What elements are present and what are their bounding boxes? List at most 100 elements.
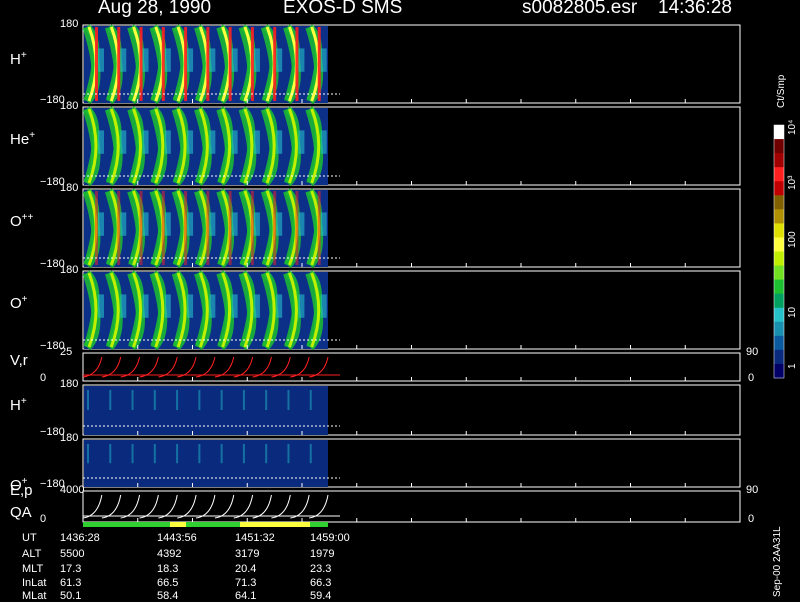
plot-date: Aug 28, 1990 (98, 0, 212, 18)
ion-scatter (164, 130, 171, 154)
ion-scatter (298, 130, 305, 154)
panel-4 (82, 270, 741, 351)
ion-scatter (265, 444, 268, 464)
ion-scatter (176, 444, 179, 464)
trace-line (82, 356, 329, 378)
ion-scatter (209, 48, 216, 72)
colorbar-units: Ct/Smp (776, 74, 787, 108)
colorbar-segment (774, 209, 784, 224)
ion-peak (228, 27, 232, 101)
ephemeris-value: 4392 (157, 548, 182, 560)
panel-label-4: O+ (10, 294, 28, 312)
colorbar-tick: 10 (787, 306, 798, 318)
ion-scatter (142, 294, 149, 318)
panel-label-1: H+ (10, 50, 27, 68)
ion-scatter (320, 130, 327, 154)
ion-scatter (220, 444, 223, 464)
ion-scatter (164, 294, 171, 318)
ion-scatter (298, 212, 305, 236)
ion-scatter (120, 294, 127, 318)
ion-scatter (242, 390, 245, 410)
colorbar-segment (774, 335, 784, 351)
right-tick-bottom: 0 (748, 372, 755, 384)
ion-scatter (231, 48, 238, 72)
ephemeris-label: MLat (22, 590, 47, 602)
ephemeris-value: 71.3 (235, 577, 257, 589)
ion-peak (273, 27, 277, 101)
ion-scatter (164, 48, 171, 72)
ion-scatter (87, 444, 89, 464)
colorbar-segment (774, 125, 784, 140)
ion-scatter (231, 212, 238, 236)
ephemeris-value: 18.3 (157, 563, 179, 575)
colorbar-segment (774, 279, 784, 295)
ephemeris-value: 50.1 (60, 590, 82, 602)
ion-scatter (98, 294, 104, 318)
ion-peak (117, 27, 121, 101)
ephemeris-label: UT (22, 532, 37, 544)
ion-scatter (298, 294, 305, 318)
ephemeris-label: MLT (22, 563, 44, 575)
ion-scatter (142, 48, 149, 72)
ion-scatter (253, 130, 260, 154)
ion-peak (228, 191, 232, 265)
ion-scatter (276, 130, 283, 154)
ion-scatter (253, 48, 260, 72)
colorbar-segment (774, 139, 784, 154)
colorbar-segment (774, 307, 784, 323)
ion-scatter (276, 294, 283, 318)
colorbar-segment (774, 167, 784, 182)
ion-peak (295, 191, 299, 265)
ion-scatter (220, 390, 223, 410)
colorbar-tick: 1 (787, 363, 798, 369)
ion-scatter (320, 212, 327, 236)
panel-5 (82, 352, 741, 382)
ion-peak (95, 27, 98, 101)
ephemeris-value: 66.5 (157, 577, 179, 589)
trace-line (82, 494, 329, 519)
ephemeris-label: ALT (22, 548, 42, 560)
spectrogram-floor (84, 440, 328, 487)
ephemeris-value: 1459:00 (310, 532, 350, 544)
ion-scatter (287, 390, 290, 410)
colorbar-segment (774, 293, 784, 309)
colorbar-segment (774, 251, 784, 267)
ion-scatter (131, 444, 134, 464)
instrument-name: EXOS-D SMS (283, 0, 403, 18)
ephemeris-value: 1451:32 (235, 532, 275, 544)
colorbar-segment (774, 223, 784, 238)
panel-6 (82, 384, 741, 436)
y-tick-top: 180 (60, 378, 79, 390)
panel-label-3: O++ (10, 212, 34, 230)
y-tick-top: 180 (60, 18, 79, 30)
ion-scatter (187, 212, 194, 236)
ion-scatter (120, 130, 127, 154)
ion-peak (161, 191, 165, 265)
panel-7 (82, 438, 741, 488)
ephemeris-value: 59.4 (310, 590, 332, 602)
ion-scatter (153, 444, 156, 464)
quality-warn (170, 522, 186, 527)
ion-scatter (198, 444, 201, 464)
ion-peak (117, 191, 121, 265)
ephemeris-label: InLat (22, 577, 47, 589)
ephemeris-value: 17.3 (60, 563, 82, 575)
spectrogram-floor (84, 386, 328, 435)
colorbar-segment (774, 349, 784, 365)
ephemeris-value: 1979 (310, 548, 335, 560)
ion-scatter (142, 212, 149, 236)
ion-scatter (298, 48, 305, 72)
ion-scatter (320, 294, 327, 318)
file-name: s0082805.esr (522, 0, 638, 18)
colorbar-segment (774, 153, 784, 168)
ephemeris-value: 1443:56 (157, 532, 197, 544)
colorbar-segment (774, 181, 784, 196)
ion-scatter (231, 294, 238, 318)
ion-scatter (176, 390, 179, 410)
ion-scatter (164, 212, 171, 236)
ion-scatter (187, 294, 194, 318)
ephemeris-value: 3179 (235, 548, 260, 560)
ion-peak (161, 27, 165, 101)
colorbar-segment (774, 321, 784, 337)
ion-scatter (142, 130, 149, 154)
